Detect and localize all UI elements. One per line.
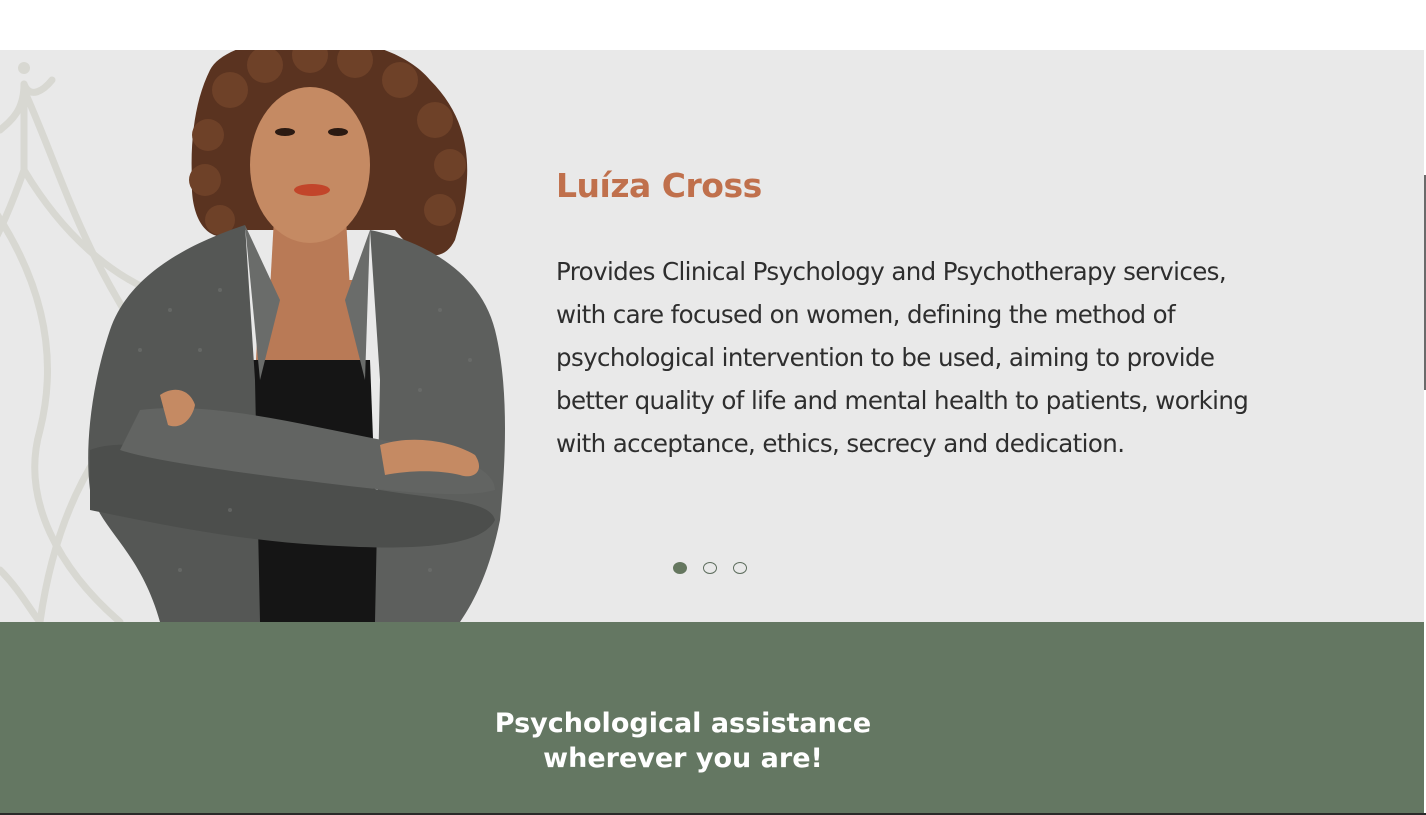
carousel-dot-3[interactable]	[733, 562, 747, 574]
psychologist-portrait	[88, 50, 505, 622]
banner-title: Psychological assistance wherever you ar…	[0, 706, 1366, 776]
testimonial-carousel: Luíza Cross Provides Clinical Psychology…	[0, 50, 1424, 622]
banner-title-line-2: wherever you are!	[543, 743, 823, 774]
profile-description: Provides Clinical Psychology and Psychot…	[556, 257, 1249, 458]
carousel-dot-2[interactable]	[703, 562, 717, 574]
assistance-banner: Psychological assistance wherever you ar…	[0, 622, 1424, 813]
top-strip	[0, 0, 1426, 50]
carousel-dot-1[interactable]	[673, 562, 687, 574]
page: Luíza Cross Provides Clinical Psychology…	[0, 0, 1426, 815]
banner-title-line-1: Psychological assistance	[494, 708, 872, 739]
profile-name: Luíza Cross	[556, 166, 762, 205]
carousel-pagination	[673, 562, 747, 574]
